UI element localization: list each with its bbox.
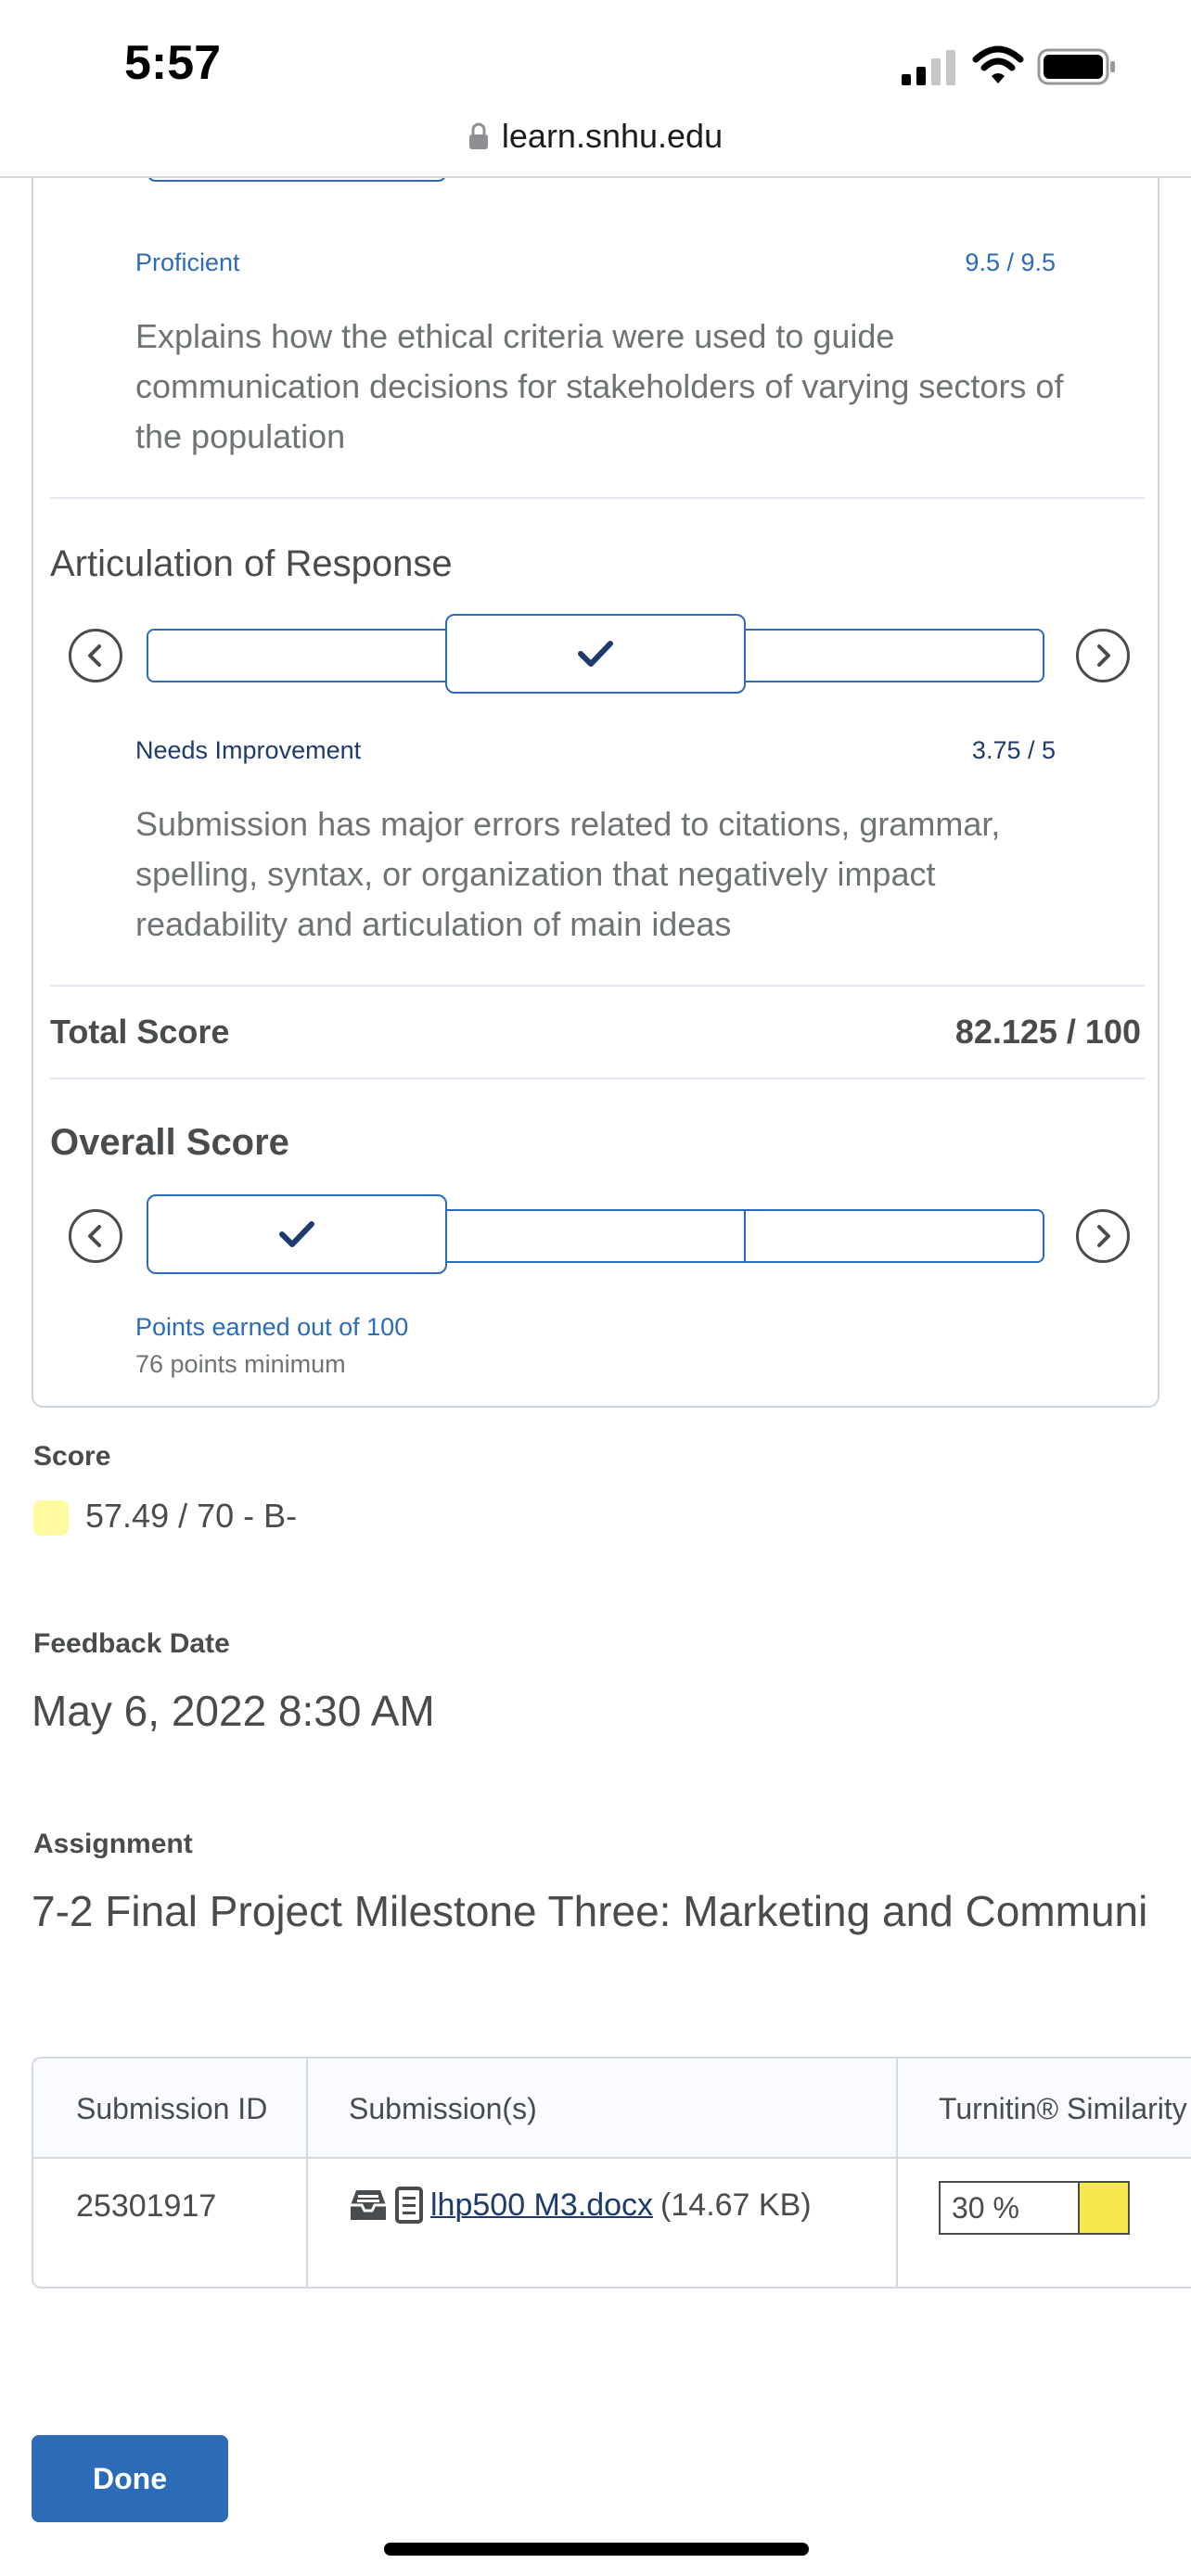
battery-icon (1037, 48, 1115, 85)
previous-level-button[interactable] (69, 1209, 122, 1263)
column-divider (896, 2059, 898, 2287)
header-turnitin-similarity: Turnitin® Similarity (939, 2092, 1187, 2125)
score-label: Score (33, 1441, 111, 1472)
feedback-date-value: May 6, 2022 8:30 AM (32, 1687, 435, 1735)
submission-file-link[interactable]: lhp500 M3.docx (430, 2187, 653, 2224)
total-score-value: 82.125 / 100 (954, 1013, 1141, 1051)
level-description: Explains how the ethical criteria were u… (135, 317, 1064, 455)
document-icon[interactable] (395, 2187, 423, 2224)
turnitin-similarity-badge[interactable]: 30 % (939, 2181, 1130, 2235)
previous-level-button[interactable] (69, 629, 122, 682)
overall-level-selected[interactable] (147, 1194, 447, 1274)
divider (50, 497, 1145, 499)
assignment-value: 7-2 Final Project Milestone Three: Marke… (32, 1887, 1148, 1935)
submission-id: 25301917 (76, 2188, 217, 2224)
cellular-signal-icon (902, 50, 955, 85)
criterion-articulation-levels (33, 614, 1161, 697)
similarity-value: 30 % (941, 2183, 1080, 2233)
divider (50, 1078, 1145, 1079)
rubric-level[interactable] (744, 629, 1044, 682)
done-button[interactable]: Done (32, 2435, 228, 2522)
header-submissions: Submission(s) (349, 2092, 537, 2125)
divider (50, 985, 1145, 987)
assignment-label: Assignment (33, 1829, 193, 1859)
checkmark-icon (578, 641, 613, 667)
submission-file-size: (14.67 KB) (660, 2187, 812, 2223)
address-bar[interactable]: learn.snhu.edu (0, 111, 1191, 178)
criterion-title: Articulation of Response (50, 543, 453, 584)
score-value: 57.49 / 70 - B- (85, 1497, 298, 1535)
home-indicator[interactable] (384, 2543, 809, 2556)
url-text: learn.snhu.edu (501, 117, 724, 155)
feedback-date-label: Feedback Date (33, 1628, 230, 1659)
rubric-level[interactable] (147, 629, 447, 682)
level-name: Proficient (135, 249, 240, 276)
chevron-right-icon (1097, 644, 1110, 667)
chevron-right-icon (1097, 1225, 1110, 1247)
column-divider (306, 2059, 308, 2287)
rubric-level-needs-improvement[interactable] (445, 614, 746, 694)
overall-level[interactable] (445, 1209, 746, 1263)
level-points: 3.75 / 5 (971, 736, 1056, 764)
similarity-color-swatch (1080, 2183, 1128, 2233)
overall-level[interactable] (744, 1209, 1044, 1263)
submissions-table: Submission ID Submission(s) Turnitin® Si… (32, 2057, 1191, 2289)
overall-level-name: Points earned out of 100 (135, 1313, 409, 1341)
clock: 5:57 (124, 36, 222, 90)
status-bar: 5:57 (0, 0, 1191, 111)
overall-score-levels (33, 1194, 1161, 1278)
table-row: lhp500 M3.docx (14.67 KB) (349, 2187, 812, 2224)
header-submission-id: Submission ID (76, 2092, 268, 2125)
next-level-button[interactable] (1076, 1209, 1130, 1263)
checkmark-icon (279, 1221, 314, 1247)
total-score-label: Total Score (50, 1013, 230, 1051)
chevron-left-icon (88, 1225, 101, 1247)
inbox-tray-icon[interactable] (349, 2187, 388, 2224)
overall-score-title: Overall Score (50, 1122, 289, 1163)
level-points: 9.5 / 9.5 (965, 249, 1056, 276)
score-color-swatch (33, 1500, 69, 1536)
next-level-button[interactable] (1076, 629, 1130, 682)
chevron-left-icon (88, 644, 101, 667)
lock-icon (468, 122, 488, 149)
level-description: Submission has major errors related to c… (135, 805, 1001, 943)
overall-minimum: 76 points minimum (135, 1350, 346, 1378)
level-name: Needs Improvement (135, 736, 362, 764)
rubric-card: Proficient 9.5 / 9.5 Explains how the et… (32, 102, 1161, 1408)
wifi-icon (972, 45, 1024, 83)
